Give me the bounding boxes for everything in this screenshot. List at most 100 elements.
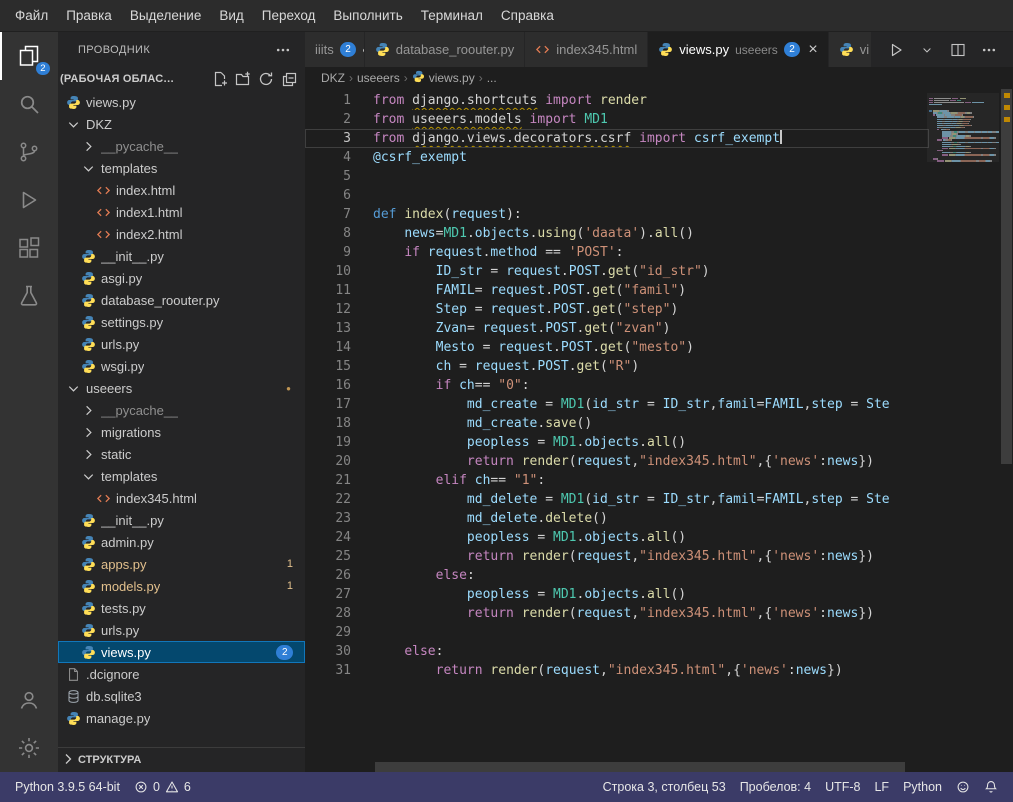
line-number[interactable]: 4	[305, 148, 351, 167]
line-number[interactable]: 11	[305, 281, 351, 300]
status-feedback[interactable]	[949, 772, 977, 802]
tree-item-models-py[interactable]: models.py1	[58, 575, 305, 597]
tab-index345-html[interactable]: index345.html	[525, 32, 648, 67]
explorer-more-actions-button[interactable]	[273, 40, 293, 60]
tree-item-pycache[interactable]: __pycache__	[58, 399, 305, 421]
tree-item-database-roouter-py[interactable]: database_roouter.py	[58, 289, 305, 311]
breadcrumb-item-useeers[interactable]: useeers	[357, 71, 400, 85]
line-number[interactable]: 14	[305, 338, 351, 357]
tree-item-manage-py[interactable]: manage.py	[58, 707, 305, 729]
code-line-9[interactable]: 9 if request.method == 'POST':	[305, 243, 929, 262]
line-number[interactable]: 13	[305, 319, 351, 338]
menu-item-файл[interactable]: Файл	[6, 4, 57, 27]
code-line-6[interactable]: 6	[305, 186, 929, 205]
breadcrumb-item-dkz[interactable]: DKZ	[321, 71, 345, 85]
tab-iiits[interactable]: iiits2●	[305, 32, 365, 67]
menu-item-выполнить[interactable]: Выполнить	[324, 4, 411, 27]
code-line-10[interactable]: 10 ID_str = request.POST.get("id_str")	[305, 262, 929, 281]
line-number[interactable]: 20	[305, 452, 351, 471]
new-folder-button[interactable]	[233, 69, 253, 89]
vertical-scrollbar[interactable]	[1000, 89, 1013, 772]
line-number[interactable]: 18	[305, 414, 351, 433]
code-line-17[interactable]: 17 md_create = MD1(id_str = ID_str,famil…	[305, 395, 929, 414]
minimap[interactable]	[927, 93, 999, 162]
close-icon[interactable]: ×	[808, 42, 817, 58]
line-number[interactable]: 9	[305, 243, 351, 262]
activity-source-control[interactable]	[0, 128, 58, 176]
tree-item-db-sqlite3[interactable]: db.sqlite3	[58, 685, 305, 707]
line-number[interactable]: 23	[305, 509, 351, 528]
activity-settings[interactable]	[0, 724, 58, 772]
tree-item-index1-html[interactable]: index1.html	[58, 201, 305, 223]
horizontal-scrollbar-thumb[interactable]	[375, 762, 905, 772]
code-line-16[interactable]: 16 if ch== "0":	[305, 376, 929, 395]
tree-item-wsgi-py[interactable]: wsgi.py	[58, 355, 305, 377]
tree-item-views-py[interactable]: views.py	[58, 91, 305, 113]
code-line-5[interactable]: 5	[305, 167, 929, 186]
code-line-15[interactable]: 15 ch = request.POST.get("R")	[305, 357, 929, 376]
code-line-2[interactable]: 2from useeers.models import MD1	[305, 110, 929, 129]
line-number[interactable]: 19	[305, 433, 351, 452]
horizontal-scrollbar[interactable]	[305, 762, 929, 772]
tree-item-useeers[interactable]: useeers●	[58, 377, 305, 399]
line-number[interactable]: 29	[305, 623, 351, 642]
tree-item-static[interactable]: static	[58, 443, 305, 465]
line-number[interactable]: 8	[305, 224, 351, 243]
tree-item-views-py[interactable]: views.py2	[58, 641, 305, 663]
tab-views-py[interactable]: views.pyuseeers2×	[648, 32, 828, 67]
line-number[interactable]: 21	[305, 471, 351, 490]
menu-item-выделение[interactable]: Выделение	[121, 4, 211, 27]
tree-item-templates[interactable]: templates	[58, 157, 305, 179]
code-line-20[interactable]: 20 return render(request,"index345.html"…	[305, 452, 929, 471]
code-line-12[interactable]: 12 Step = request.POST.get("step")	[305, 300, 929, 319]
breadcrumb-item-[interactable]: ...	[487, 71, 497, 85]
workspace-section-header[interactable]: (РАБОЧАЯ ОБЛАСТЬ) ...	[58, 67, 305, 91]
code-line-13[interactable]: 13 Zvan= request.POST.get("zvan")	[305, 319, 929, 338]
code-editor[interactable]: 1from django.shortcuts import render2fro…	[305, 91, 929, 680]
line-number[interactable]: 24	[305, 528, 351, 547]
refresh-explorer-button[interactable]	[256, 69, 276, 89]
vertical-scrollbar-thumb[interactable]	[1001, 89, 1012, 464]
menu-item-вид[interactable]: Вид	[210, 4, 252, 27]
line-number[interactable]: 28	[305, 604, 351, 623]
code-line-14[interactable]: 14 Mesto = request.POST.get("mesto")	[305, 338, 929, 357]
line-number[interactable]: 3	[305, 129, 351, 148]
code-line-30[interactable]: 30 else:	[305, 642, 929, 661]
line-number[interactable]: 26	[305, 566, 351, 585]
menu-item-переход[interactable]: Переход	[253, 4, 325, 27]
menu-item-терминал[interactable]: Терминал	[412, 4, 492, 27]
line-number[interactable]: 25	[305, 547, 351, 566]
breadcrumb-item-views-py[interactable]: views.py	[412, 70, 475, 86]
code-line-18[interactable]: 18 md_create.save()	[305, 414, 929, 433]
activity-extensions[interactable]	[0, 224, 58, 272]
tree-item-dkz[interactable]: DKZ	[58, 113, 305, 135]
tree-item-init-py[interactable]: __init__.py	[58, 509, 305, 531]
code-line-7[interactable]: 7def index(request):	[305, 205, 929, 224]
status-encoding[interactable]: UTF-8	[818, 772, 867, 802]
tree-item-urls-py[interactable]: urls.py	[58, 619, 305, 641]
tree-item-admin-py[interactable]: admin.py	[58, 531, 305, 553]
activity-testing[interactable]	[0, 272, 58, 320]
tree-item-urls-py[interactable]: urls.py	[58, 333, 305, 355]
run-button[interactable]	[886, 40, 906, 60]
tree-item-settings-py[interactable]: settings.py	[58, 311, 305, 333]
tree-item-index-html[interactable]: index.html	[58, 179, 305, 201]
line-number[interactable]: 31	[305, 661, 351, 680]
split-editor-button[interactable]	[948, 40, 968, 60]
line-number[interactable]: 12	[305, 300, 351, 319]
structure-section-header[interactable]: СТРУКТУРА	[58, 747, 305, 772]
activity-explorer[interactable]: 2	[0, 32, 58, 80]
line-number[interactable]: 15	[305, 357, 351, 376]
activity-run-debug[interactable]	[0, 176, 58, 224]
menu-item-справка[interactable]: Справка	[492, 4, 563, 27]
tree-item-asgi-py[interactable]: asgi.py	[58, 267, 305, 289]
code-line-26[interactable]: 26 else:	[305, 566, 929, 585]
code-line-24[interactable]: 24 peopless = MD1.objects.all()	[305, 528, 929, 547]
run-dropdown-button[interactable]	[917, 40, 937, 60]
tree-item-dcignore[interactable]: .dcignore	[58, 663, 305, 685]
tree-item-index345-html[interactable]: index345.html	[58, 487, 305, 509]
tree-item-apps-py[interactable]: apps.py1	[58, 553, 305, 575]
status-problems[interactable]: 06	[127, 772, 198, 802]
line-number[interactable]: 30	[305, 642, 351, 661]
tree-item-pycache[interactable]: __pycache__	[58, 135, 305, 157]
